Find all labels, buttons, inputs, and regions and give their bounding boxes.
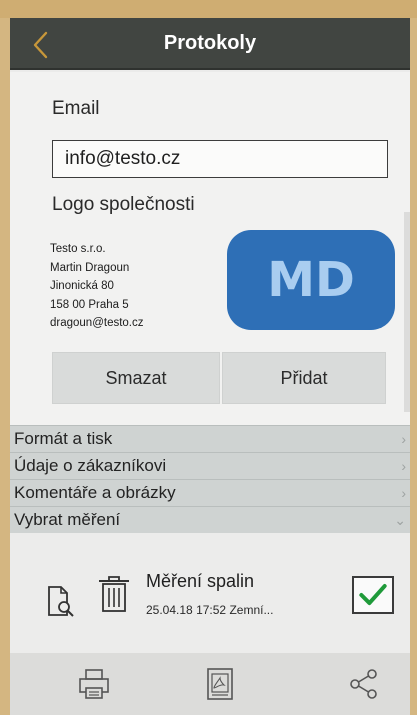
- chevron-down-icon: ⌄: [394, 512, 406, 528]
- section-label: Komentáře a obrázky: [14, 483, 176, 502]
- share-icon[interactable]: [346, 666, 382, 702]
- measurement-location: Zemní...: [229, 603, 274, 617]
- address-line: dragoun@testo.cz: [50, 317, 144, 329]
- app-screen: Protokoly Email info@testo.cz Logo spole…: [10, 18, 410, 715]
- chevron-right-icon: ›: [401, 485, 406, 501]
- measurement-list: Měření spalin 25.04.18 17:52 Zemní...: [10, 533, 410, 653]
- chevron-right-icon: ›: [401, 458, 406, 474]
- measurement-time: 17:52: [196, 603, 227, 617]
- measurement-date: 25.04.18: [146, 603, 193, 617]
- add-logo-button[interactable]: Přidat: [222, 352, 386, 404]
- logo-label: Logo společnosti: [52, 194, 195, 215]
- document-preview-icon[interactable]: [46, 585, 76, 617]
- top-strip: [0, 0, 417, 18]
- page-title: Protokoly: [163, 32, 257, 54]
- address-line: 158 00 Praha 5: [50, 298, 129, 311]
- address-line: Testo s.r.o.: [50, 243, 106, 255]
- trash-icon[interactable]: [96, 573, 132, 613]
- company-settings-panel: Email info@testo.cz Logo společnosti Tes…: [10, 72, 410, 432]
- chevron-right-icon: ›: [401, 431, 406, 447]
- section-format-print[interactable]: Formát a tisk ›: [10, 425, 410, 452]
- email-label: Email: [52, 98, 100, 119]
- company-logo: MD: [227, 230, 395, 330]
- header-bar: Protokoly: [10, 18, 410, 70]
- section-comments-images[interactable]: Komentáře a obrázky ›: [10, 479, 410, 506]
- section-label: Vybrat měření: [14, 510, 121, 529]
- address-line: Martin Dragoun: [50, 261, 130, 274]
- section-select-measurement[interactable]: Vybrat měření ⌄: [10, 506, 410, 533]
- scrollbar[interactable]: [404, 212, 410, 412]
- bottom-toolbar: [10, 653, 410, 715]
- pdf-document-icon[interactable]: [202, 666, 238, 702]
- printer-icon[interactable]: [76, 666, 112, 702]
- company-address: Testo s.r.o. Martin Dragoun Jinonická 80…: [50, 240, 144, 333]
- checkmark-icon: [359, 584, 387, 606]
- measurement-checkbox[interactable]: [352, 576, 394, 614]
- section-label: Formát a tisk: [14, 429, 113, 448]
- section-customer-data[interactable]: Údaje o zákazníkovi ›: [10, 452, 410, 479]
- section-label: Údaje o zákazníkovi: [14, 456, 167, 475]
- address-line: Jinonická 80: [50, 280, 114, 292]
- measurement-details: 25.04.18 17:52 Zemní...: [146, 603, 273, 617]
- measurement-title: Měření spalin: [146, 571, 255, 591]
- delete-logo-button[interactable]: Smazat: [52, 352, 220, 404]
- email-field[interactable]: info@testo.cz: [52, 140, 388, 178]
- company-logo-text: MD: [267, 252, 355, 308]
